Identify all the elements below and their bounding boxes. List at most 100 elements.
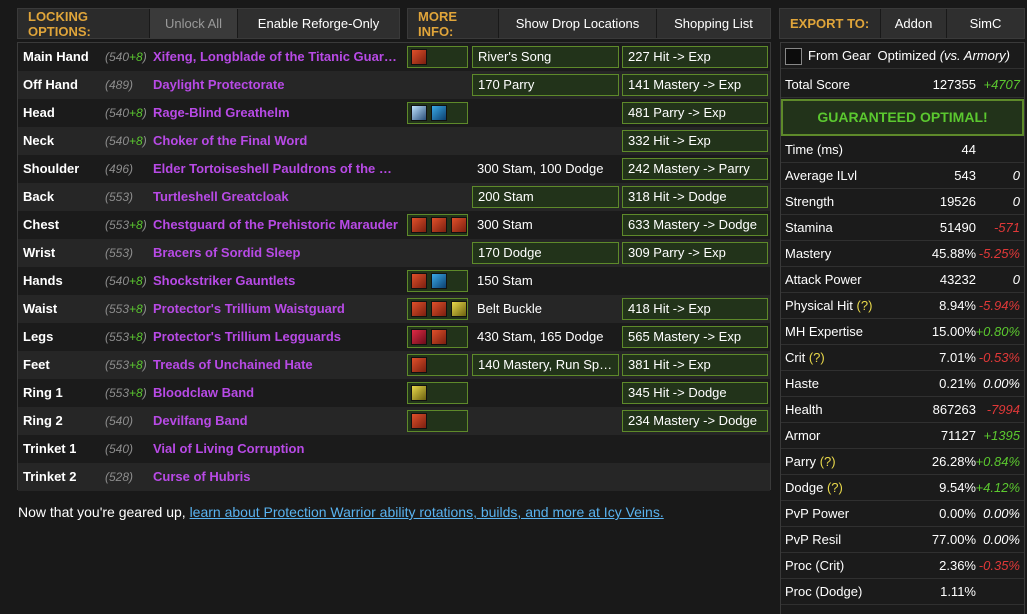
item-name-link[interactable]: Elder Tortoiseshell Pauldrons of the Mou…: [153, 155, 398, 183]
item-name-link[interactable]: Shockstriker Gauntlets: [153, 267, 398, 295]
export-simc-button[interactable]: SimC: [946, 9, 1024, 38]
red-gem-icon[interactable]: [431, 217, 447, 233]
shopping-list-button[interactable]: Shopping List: [656, 9, 770, 38]
reforge-text: 565 Mastery -> Exp: [628, 329, 742, 344]
yellow-gem-icon[interactable]: [451, 301, 467, 317]
gem-sockets[interactable]: [407, 270, 468, 292]
red-gem-icon[interactable]: [431, 329, 447, 345]
reforge-box[interactable]: 141 Mastery -> Exp: [622, 74, 768, 96]
item-name-link[interactable]: Treads of Unchained Hate: [153, 351, 398, 379]
stat-value: 77.00%: [931, 532, 976, 547]
gem-sockets[interactable]: [407, 102, 468, 124]
reforge-box[interactable]: 242 Mastery -> Parry: [622, 158, 768, 180]
stat-value: 9.54%: [939, 480, 976, 495]
enchant-box[interactable]: 140 Mastery, Run Speed: [472, 354, 619, 376]
red-gem-icon[interactable]: [431, 301, 447, 317]
gem-sockets[interactable]: [407, 382, 468, 404]
stat-row-average-ilvl: Average ILvl 543 0: [781, 163, 1024, 189]
red-gem-icon[interactable]: [411, 413, 427, 429]
slot-label: Off Hand: [23, 77, 78, 92]
help-icon[interactable]: (?): [820, 454, 836, 469]
gear-row-ring-1: Ring 1 (553+8) Bloodclaw Band 345 Hit -> Do…: [18, 379, 770, 407]
gem-sockets[interactable]: [407, 214, 468, 236]
reforge-box[interactable]: 227 Hit -> Exp: [622, 46, 768, 68]
item-name-link[interactable]: Rage-Blind Greathelm: [153, 99, 398, 127]
item-name-link[interactable]: Curse of Hubris: [153, 463, 398, 491]
item-name-link[interactable]: Bracers of Sordid Sleep: [153, 239, 398, 267]
stat-delta: +0.84%: [975, 454, 1020, 469]
show-drop-locations-button[interactable]: Show Drop Locations: [498, 9, 656, 38]
enchant-text: 430 Stam, 165 Dodge: [477, 329, 604, 344]
item-name-link[interactable]: Choker of the Final Word: [153, 127, 398, 155]
reforge-box[interactable]: 481 Parry -> Exp: [622, 102, 768, 124]
enchant-box[interactable]: 170 Dodge: [472, 242, 619, 264]
item-name-link[interactable]: Devilfang Band: [153, 407, 398, 435]
item-name-link[interactable]: Chestguard of the Prehistoric Marauder: [153, 211, 398, 239]
footer-note: Now that you're geared up, learn about P…: [18, 504, 664, 520]
enable-reforge-only-button[interactable]: Enable Reforge-Only: [237, 9, 399, 38]
stat-row-health: Health 867263 -7994: [781, 397, 1024, 423]
item-name-link[interactable]: Turtleshell Greatcloak: [153, 183, 398, 211]
item-name-link[interactable]: Vial of Living Corruption: [153, 435, 398, 463]
yellow-gem-icon[interactable]: [411, 385, 427, 401]
time-value: 44: [961, 142, 976, 157]
reforge-box[interactable]: 381 Hit -> Exp: [622, 354, 768, 376]
reforge-box[interactable]: 309 Parry -> Exp: [622, 242, 768, 264]
red-gem-icon[interactable]: [411, 49, 427, 65]
gear-row-hands: Hands (540+8) Shockstriker Gauntlets 150 St…: [18, 267, 770, 295]
gem-sockets[interactable]: [407, 46, 468, 68]
help-icon[interactable]: (?): [809, 350, 825, 365]
help-icon[interactable]: (?): [857, 298, 873, 313]
stat-name-text: Attack Power: [785, 272, 862, 287]
red-gem-icon[interactable]: [451, 217, 467, 233]
enchant-text: 140 Mastery, Run Speed: [478, 357, 618, 372]
stat-row-proc-crit: Proc (Crit) 2.36% -0.35%: [781, 553, 1024, 579]
reforge-box[interactable]: 332 Hit -> Exp: [622, 130, 768, 152]
stat-row-mastery: Mastery 45.88% -5.25%: [781, 241, 1024, 267]
gem-sockets[interactable]: [407, 354, 468, 376]
red-gem-icon[interactable]: [411, 301, 427, 317]
from-gear-checkbox[interactable]: [785, 48, 802, 65]
reforge-box[interactable]: 234 Mastery -> Dodge: [622, 410, 768, 432]
slot-label: Feet: [23, 357, 50, 372]
sha-gem-icon[interactable]: [411, 329, 427, 345]
red-gem-icon[interactable]: [411, 273, 427, 289]
blue-gem-icon[interactable]: [431, 273, 447, 289]
gem-sockets[interactable]: [407, 298, 468, 320]
meta-gem-icon[interactable]: [411, 105, 427, 121]
item-name-link[interactable]: Xifeng, Longblade of the Titanic Guardia…: [153, 43, 398, 71]
item-name-link[interactable]: Protector's Trillium Legguards: [153, 323, 398, 351]
reforge-box[interactable]: 565 Mastery -> Exp: [622, 326, 768, 348]
reforge-text: 318 Hit -> Dodge: [628, 189, 727, 204]
reforge-box[interactable]: 633 Mastery -> Dodge: [622, 214, 768, 236]
item-name-link[interactable]: Daylight Protectorate: [153, 71, 398, 99]
item-name-link[interactable]: Bloodclaw Band: [153, 379, 398, 407]
gem-sockets[interactable]: [407, 326, 468, 348]
stat-value: 0.21%: [939, 376, 976, 391]
stat-name: Stamina: [785, 215, 833, 241]
icy-veins-link[interactable]: learn about Protection Warrior ability r…: [190, 504, 664, 520]
reforge-text: 345 Hit -> Dodge: [628, 385, 727, 400]
red-gem-icon[interactable]: [411, 217, 427, 233]
gem-sockets[interactable]: [407, 410, 468, 432]
stat-value: 543: [954, 168, 976, 183]
reforge-box[interactable]: 418 Hit -> Exp: [622, 298, 768, 320]
stat-value: 2.36%: [939, 558, 976, 573]
enchant-box[interactable]: 200 Stam: [472, 186, 619, 208]
unlock-all-button[interactable]: Unlock All: [149, 9, 237, 38]
red-gem-icon[interactable]: [411, 357, 427, 373]
item-name-link[interactable]: Protector's Trillium Waistguard: [153, 295, 398, 323]
enchant-box[interactable]: 170 Parry: [472, 74, 619, 96]
enchant-box[interactable]: River's Song: [472, 46, 619, 68]
help-icon[interactable]: (?): [827, 480, 843, 495]
reforge-box[interactable]: 318 Hit -> Dodge: [622, 186, 768, 208]
item-level: (528): [105, 470, 134, 484]
stat-delta: 0: [1012, 272, 1020, 287]
blue-gem-icon[interactable]: [431, 105, 447, 121]
reforge-box[interactable]: 345 Hit -> Dodge: [622, 382, 768, 404]
stat-name-text: Haste: [785, 376, 819, 391]
export-addon-button[interactable]: Addon: [880, 9, 946, 38]
stat-name: Mastery: [785, 241, 831, 267]
stat-name: Physical Hit (?): [785, 293, 872, 319]
slot-label: Ring 1: [23, 385, 63, 400]
